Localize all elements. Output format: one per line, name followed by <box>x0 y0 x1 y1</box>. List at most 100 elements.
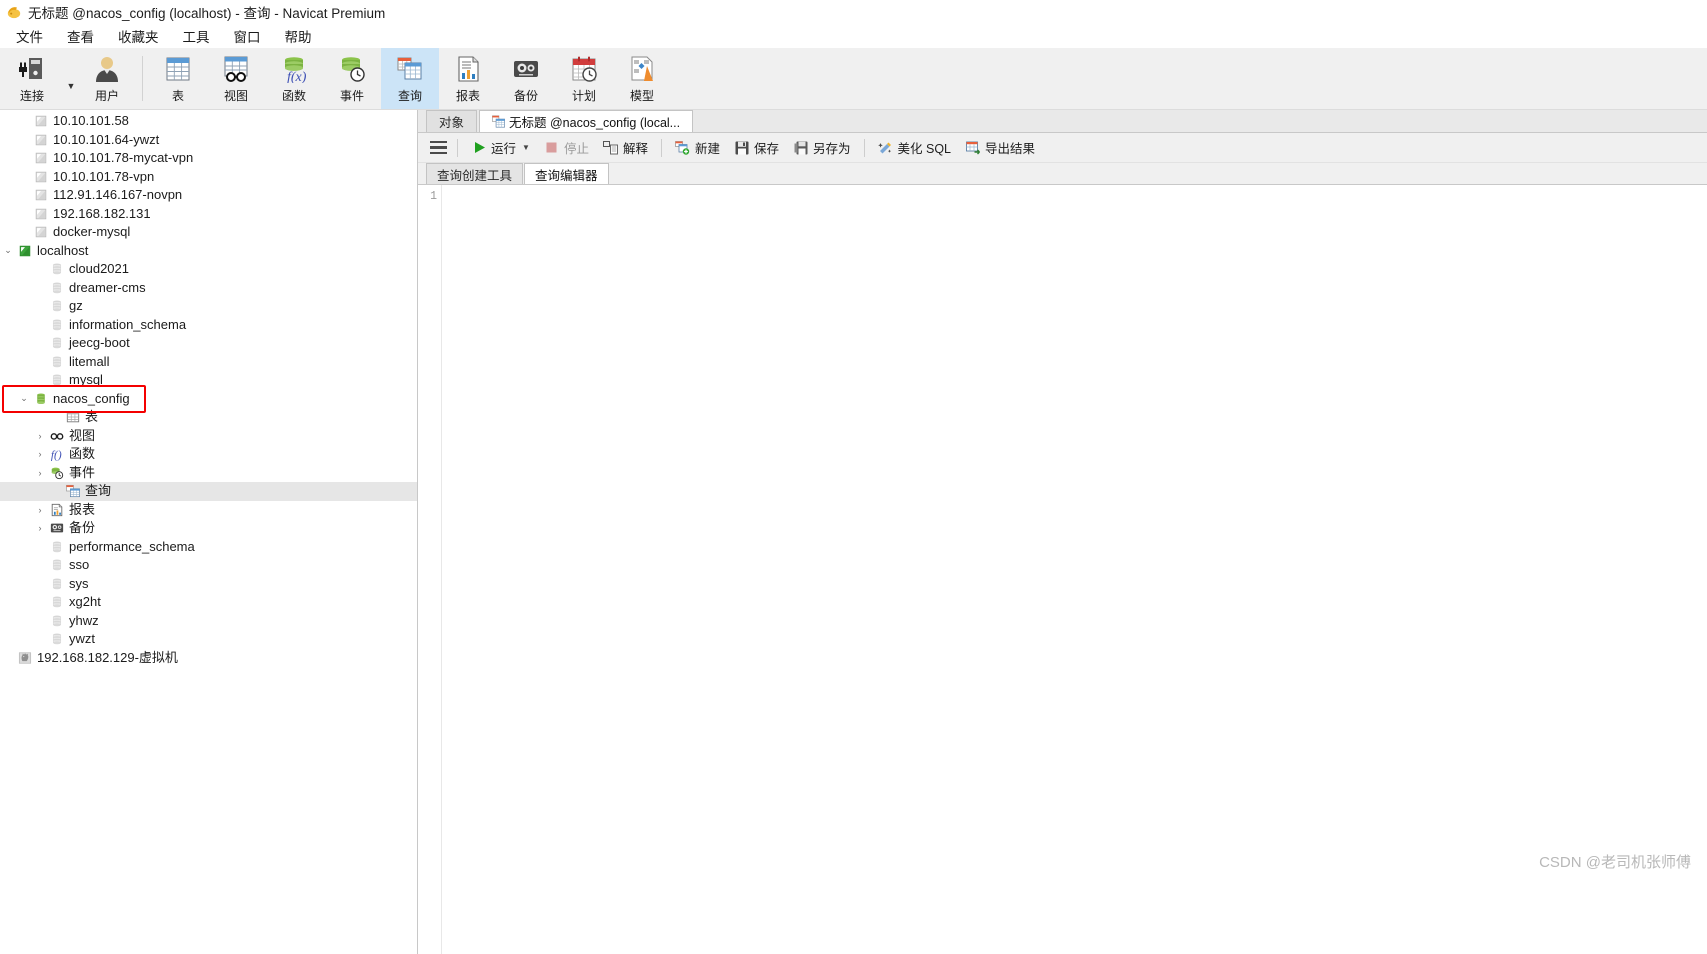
tab-objects[interactable]: 对象 <box>426 110 478 132</box>
database-icon <box>48 299 65 313</box>
toolbar-event-button[interactable]: 事件 <box>323 48 381 109</box>
tab-objects-label: 对象 <box>439 116 465 130</box>
tree-item-label: 192.168.182.131 <box>53 205 151 221</box>
connection-offline-icon <box>32 225 49 239</box>
chevron-right-icon[interactable]: › <box>32 523 48 533</box>
chevron-right-icon[interactable]: › <box>32 431 48 441</box>
stop-button[interactable]: 停止 <box>537 135 596 160</box>
run-button[interactable]: 运行 ▼ <box>464 135 537 160</box>
subtab-query-editor[interactable]: 查询编辑器 <box>524 163 609 184</box>
tree-item-dreamer-cms[interactable]: dreamer-cms <box>0 279 417 298</box>
tree-item-事件[interactable]: › 事件 <box>0 464 417 483</box>
tree-item-gz[interactable]: gz <box>0 297 417 316</box>
tree-item-10.10.101.58[interactable]: 10.10.101.58 <box>0 112 417 131</box>
tree-item-报表[interactable]: › 报表 <box>0 501 417 520</box>
tree-item-label: 备份 <box>69 520 96 535</box>
user-icon <box>92 53 122 85</box>
chevron-right-icon[interactable]: › <box>32 505 48 515</box>
tree-item-performance_schema[interactable]: performance_schema <box>0 538 417 557</box>
tree-item-jeecg-boot[interactable]: jeecg-boot <box>0 334 417 353</box>
tree-item-xg2ht[interactable]: xg2ht <box>0 593 417 612</box>
stop-button-label: 停止 <box>563 142 589 156</box>
tree-item-10.10.101.64-ywzt[interactable]: 10.10.101.64-ywzt <box>0 131 417 150</box>
tree-item-nacos_config[interactable]: ⌄ nacos_config <box>0 390 417 409</box>
tree-item-label: information_schema <box>69 316 187 332</box>
sql-editor[interactable]: 1 <box>418 185 1707 954</box>
toolbar-backup-button[interactable]: 备份 <box>497 48 555 109</box>
hamburger-menu-icon[interactable] <box>426 139 451 157</box>
tree-item-112.91.146.167-novpn[interactable]: 112.91.146.167-novpn <box>0 186 417 205</box>
tree-item-localhost[interactable]: ⌄ localhost <box>0 242 417 261</box>
save-as-button[interactable]: 另存为 <box>786 135 858 160</box>
toolbar-table-label: 表 <box>171 89 184 103</box>
subtab-query-builder[interactable]: 查询创建工具 <box>426 163 524 184</box>
tree-item-label: 10.10.101.64-ywzt <box>53 131 160 147</box>
toolbar-function-button[interactable]: f(x) 函数 <box>265 48 323 109</box>
toolbar-report-button[interactable]: 报表 <box>439 48 497 109</box>
connection-offline-icon <box>32 207 49 221</box>
navigation-sidebar[interactable]: 10.10.101.58 10.10.101.64-ywzt 10.10.101.7… <box>0 110 418 954</box>
tree-item-备份[interactable]: › 备份 <box>0 519 417 538</box>
query-pane: 对象 无标题 @nacos_config (local... 运行 ▼ 停止 解… <box>418 110 1707 954</box>
chevron-right-icon[interactable]: › <box>32 468 48 478</box>
tree-item-label: gz <box>69 298 83 313</box>
menu-window[interactable]: 窗口 <box>222 24 273 48</box>
menu-help[interactable]: 帮助 <box>273 24 324 48</box>
database-icon <box>48 318 65 332</box>
toolbar-view-button[interactable]: 视图 <box>207 48 265 109</box>
new-button[interactable]: 新建 <box>668 135 727 160</box>
tree-item-docker-mysql[interactable]: docker-mysql <box>0 223 417 242</box>
tree-item-视图[interactable]: › 视图 <box>0 427 417 446</box>
tree-item-information_schema[interactable]: information_schema <box>0 316 417 335</box>
tree-item-192.168.182.131[interactable]: 192.168.182.131 <box>0 205 417 224</box>
tree-item-label: mysql <box>69 372 103 387</box>
export-result-button[interactable]: 导出结果 <box>958 135 1042 160</box>
tree-item-cloud2021[interactable]: cloud2021 <box>0 260 417 279</box>
tree-item-ywzt[interactable]: ywzt <box>0 630 417 649</box>
run-chevron-down-icon[interactable]: ▼ <box>522 143 530 152</box>
tree-item-10.10.101.78-mycat-vpn[interactable]: 10.10.101.78-mycat-vpn <box>0 149 417 168</box>
chevron-down-icon[interactable]: ⌄ <box>16 393 32 404</box>
queries-folder-icon <box>64 484 81 498</box>
connection-chevron-down-icon[interactable]: ▼ <box>64 48 78 109</box>
toolbar-schedule-button[interactable]: 计划 <box>555 48 613 109</box>
toolbar-table-button[interactable]: 表 <box>149 48 207 109</box>
toolbar-connection-button[interactable]: 连接 <box>0 48 64 109</box>
query-toolbar: 运行 ▼ 停止 解释 新建 保存 另存为 美化 SQL 导出结果 <box>418 133 1707 163</box>
chevron-right-icon[interactable]: › <box>32 449 48 459</box>
editor-text-surface[interactable] <box>442 185 1707 954</box>
beautify-sql-icon <box>878 140 894 156</box>
toolbar-user-button[interactable]: 用户 <box>78 48 136 109</box>
toolbar-query-button[interactable]: 查询 <box>381 48 439 109</box>
tree-item-查询[interactable]: 查询 <box>0 482 417 501</box>
report-icon <box>453 53 483 85</box>
tree-item-sso[interactable]: sso <box>0 556 417 575</box>
toolbar-group-connection: 连接 ▼ 用户 <box>0 48 136 109</box>
chevron-down-icon[interactable]: ⌄ <box>0 245 16 256</box>
beautify-sql-button[interactable]: 美化 SQL <box>871 135 959 160</box>
menu-view[interactable]: 查看 <box>55 24 106 48</box>
tree-item-mysql[interactable]: mysql <box>0 371 417 390</box>
connection-tree[interactable]: 10.10.101.58 10.10.101.64-ywzt 10.10.101.7… <box>0 110 417 667</box>
tab-query[interactable]: 无标题 @nacos_config (local... <box>479 110 694 132</box>
menu-file[interactable]: 文件 <box>4 24 55 48</box>
tree-item-函数[interactable]: › f() 函数 <box>0 445 417 464</box>
save-icon <box>734 140 750 156</box>
tree-item-yhwz[interactable]: yhwz <box>0 612 417 631</box>
menu-favorites[interactable]: 收藏夹 <box>106 24 171 48</box>
run-button-label: 运行 <box>491 142 517 156</box>
views-folder-icon <box>48 429 65 443</box>
tree-item-10.10.101.78-vpn[interactable]: 10.10.101.78-vpn <box>0 168 417 187</box>
navicat-window: 无标题 @nacos_config (localhost) - 查询 - Nav… <box>0 0 1707 954</box>
tables-folder-icon <box>64 410 81 424</box>
tree-item-sys[interactable]: sys <box>0 575 417 594</box>
toolbar-model-button[interactable]: 模型 <box>613 48 671 109</box>
save-button[interactable]: 保存 <box>727 135 786 160</box>
tree-item-192.168.182.129-虚拟机[interactable]: 192.168.182.129-虚拟机 <box>0 649 417 668</box>
tree-item-litemall[interactable]: litemall <box>0 353 417 372</box>
explain-button[interactable]: 解释 <box>596 135 655 160</box>
tree-item-label: 表 <box>85 409 99 424</box>
menu-tools[interactable]: 工具 <box>171 24 222 48</box>
event-icon <box>337 53 367 85</box>
tree-item-表[interactable]: 表 <box>0 408 417 427</box>
